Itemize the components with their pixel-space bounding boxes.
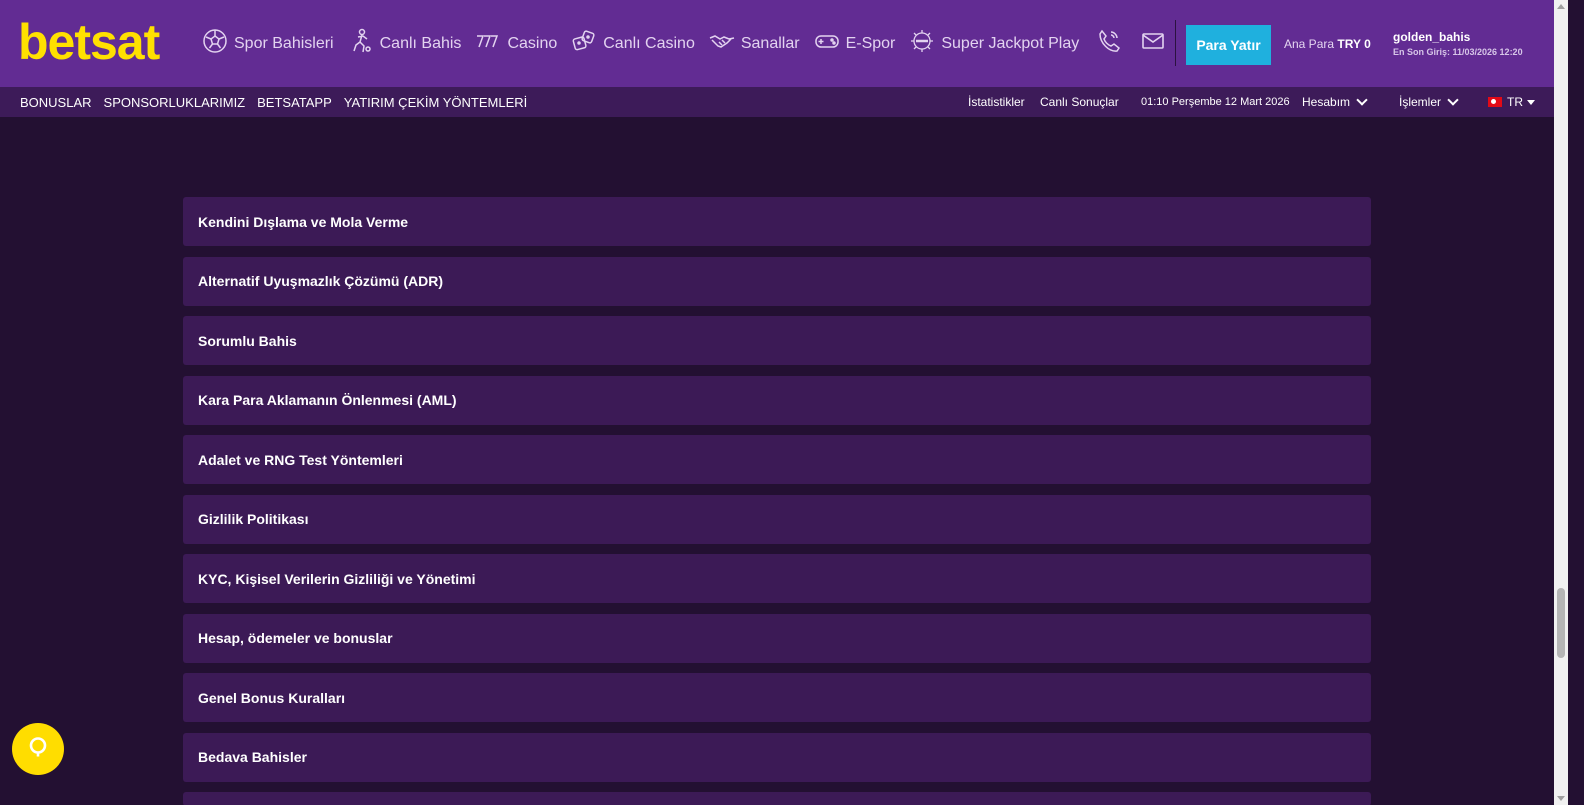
link-statistics[interactable]: İstatistikler [968, 87, 1025, 117]
policy-list: Kendini Dışlama ve Mola Verme Alternatif… [183, 197, 1371, 805]
nav-live-casino[interactable]: Canlı Casino [571, 28, 695, 59]
list-item[interactable]: Adalet ve RNG Test Yöntemleri [183, 435, 1371, 484]
language-selector[interactable]: TR [1488, 87, 1535, 117]
secondary-links: BONUSLAR SPONSORLUKLARIMIZ BETSATAPP YAT… [20, 87, 527, 117]
caret-down-icon [1527, 99, 1535, 105]
nav-label: Sanallar [740, 34, 800, 52]
nav-label: Casino [507, 34, 558, 52]
player-icon [348, 28, 374, 59]
list-item[interactable]: Sorumlu Bahis [183, 316, 1371, 365]
top-header: betsat Spor Bahisleri Canlı Bahis Casino… [0, 0, 1584, 87]
list-item[interactable]: Kendini Dışlama ve Mola Verme [183, 197, 1371, 246]
phone-icon[interactable] [1096, 28, 1122, 59]
secondary-nav: BONUSLAR SPONSORLUKLARIMIZ BETSATAPP YAT… [0, 87, 1584, 117]
turkey-flag-icon [1488, 97, 1502, 107]
link-bonuses[interactable]: BONUSLAR [20, 95, 92, 110]
link-sponsorships[interactable]: SPONSORLUKLARIMIZ [104, 95, 246, 110]
nav-label: Canlı Casino [603, 34, 695, 52]
nav-label: Canlı Bahis [379, 34, 462, 52]
jackpot-icon [909, 28, 935, 59]
nav-casino[interactable]: Casino [475, 28, 557, 59]
list-item[interactable]: Alternatif Uyuşmazlık Çözümü (ADR) [183, 256, 1371, 306]
balance-value: TRY 0 [1337, 37, 1371, 51]
chevron-down-icon [1447, 94, 1459, 106]
scrollbar-thumb[interactable] [1557, 588, 1565, 658]
username: golden_bahis [1393, 30, 1471, 44]
list-item[interactable]: Gizlilik Politikası [183, 494, 1371, 544]
balance-label: Ana Para [1284, 37, 1335, 51]
list-item[interactable] [183, 792, 1371, 805]
dice-icon [571, 28, 597, 59]
deposit-button[interactable]: Para Yatır [1186, 25, 1271, 65]
nav-virtuals[interactable]: Sanallar [709, 28, 800, 59]
nav-label: Spor Bahisleri [234, 34, 334, 52]
list-item[interactable]: Kara Para Aklamanın Önlenmesi (AML) [183, 375, 1371, 425]
right-gutter [1568, 0, 1584, 805]
header-icons [1096, 28, 1166, 59]
nav-label: E-Spor [845, 34, 896, 52]
nav-super-jackpot[interactable]: Super Jackpot Play [909, 28, 1079, 59]
list-item[interactable]: Genel Bonus Kuralları [183, 673, 1371, 722]
link-live-results[interactable]: Canlı Sonuçlar [1040, 87, 1119, 117]
list-item[interactable]: Hesap, ödemeler ve bonuslar [183, 613, 1371, 663]
account-label: Hesabım [1302, 95, 1351, 109]
language-label: TR [1507, 95, 1523, 109]
scroll-down-icon[interactable] [1557, 796, 1565, 801]
nav-esports[interactable]: E-Spor [814, 28, 896, 59]
chat-bubble-icon [26, 735, 50, 764]
scroll-up-icon[interactable] [1557, 4, 1565, 9]
nav-label: Super Jackpot Play [941, 34, 1080, 52]
list-item[interactable]: Bedava Bahisler [183, 732, 1371, 782]
transactions-label: İşlemler [1399, 95, 1442, 109]
page-scrollbar[interactable] [1554, 0, 1568, 805]
soccer-ball-icon [202, 28, 228, 59]
list-item[interactable]: KYC, Kişisel Verilerin Gizliliği ve Yöne… [183, 554, 1371, 603]
header-divider [1175, 20, 1176, 66]
user-info[interactable]: golden_bahis En Son Giriş: 11/03/2026 12… [1393, 30, 1523, 57]
link-betsatapp[interactable]: BETSATAPP [257, 95, 332, 110]
account-menu[interactable]: Hesabım [1302, 87, 1368, 117]
main-nav: Spor Bahisleri Canlı Bahis Casino Canlı … [202, 0, 1093, 87]
mail-icon[interactable] [1140, 28, 1166, 59]
betsat-logo[interactable]: betsat [18, 14, 160, 70]
chevron-down-icon [1356, 94, 1368, 106]
main-balance: Ana Para TRY 0 [1284, 37, 1371, 51]
link-payment-methods[interactable]: YATIRIM ÇEKİM YÖNTEMLERİ [344, 95, 527, 110]
last-login: En Son Giriş: 11/03/2026 12:20 [1393, 47, 1523, 57]
handshake-icon [709, 28, 735, 59]
live-chat-button[interactable] [12, 723, 64, 775]
nav-sports-betting[interactable]: Spor Bahisleri [202, 28, 334, 59]
current-datetime: 01:10 Perşembe 12 Mart 2026 [1141, 96, 1290, 108]
nav-live-betting[interactable]: Canlı Bahis [348, 28, 462, 59]
slot-777-icon [475, 28, 501, 59]
transactions-menu[interactable]: İşlemler [1399, 87, 1459, 117]
gamepad-icon [814, 28, 840, 59]
